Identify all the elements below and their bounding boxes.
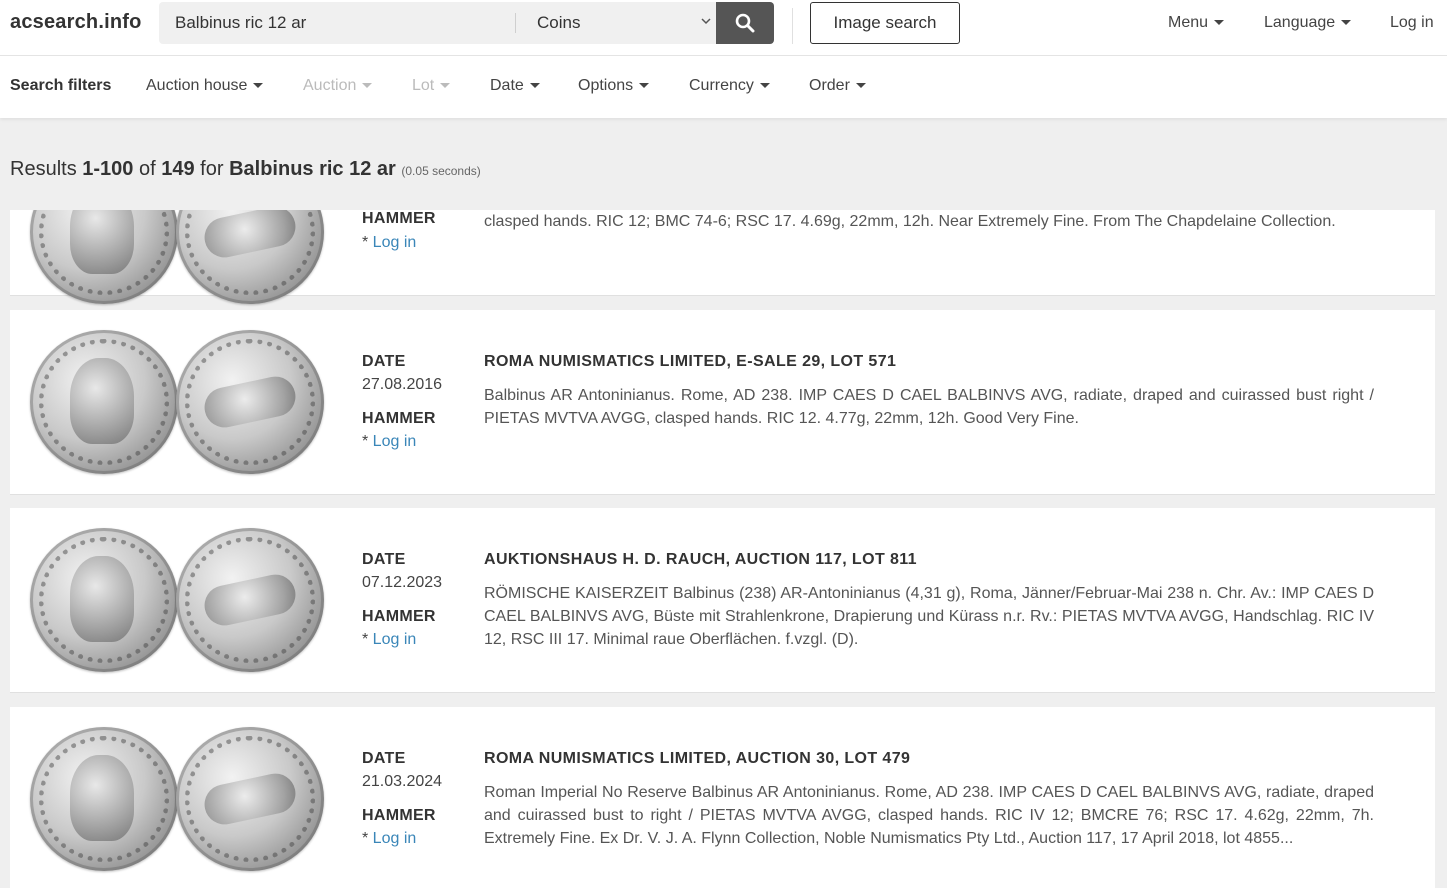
caret-down-icon xyxy=(253,83,264,89)
login-prefix: * xyxy=(362,631,373,648)
date-label: DATE xyxy=(362,750,406,767)
date-value: 27.08.2016 xyxy=(362,376,443,393)
coin-reverse-image[interactable] xyxy=(176,210,324,304)
search-filters-bar: Search filters Auction house Auction Lot… xyxy=(0,56,1447,118)
caret-down-icon xyxy=(1214,20,1225,26)
filter-label: Options xyxy=(578,77,634,94)
results-for: for xyxy=(200,158,224,180)
hammer-login-link[interactable]: * Log in xyxy=(362,631,416,649)
site-logo[interactable]: acsearch.info xyxy=(10,11,142,34)
login-link-text: Log in xyxy=(372,234,417,251)
results-range: 1-100 xyxy=(82,158,134,180)
results-prefix: Results xyxy=(10,158,77,180)
coin-obverse-image[interactable] xyxy=(30,727,178,871)
coin-reverse-image[interactable] xyxy=(176,528,324,672)
filter-label: Lot xyxy=(412,77,435,94)
hammer-login-link[interactable]: * Log in xyxy=(362,433,416,451)
menu-label: Menu xyxy=(1168,14,1209,31)
results-list: HAMMER * Log in clasped hands. RIC 12; B… xyxy=(0,210,1447,888)
search-box: Coins xyxy=(159,2,716,44)
hammer-label: HAMMER xyxy=(362,210,436,227)
hammer-label: HAMMER xyxy=(362,807,436,824)
login-link[interactable]: Log in xyxy=(1390,14,1434,32)
caret-down-icon xyxy=(759,83,770,89)
filter-auction: Auction xyxy=(303,77,373,95)
language-label: Language xyxy=(1264,14,1336,31)
auction-title-link[interactable]: AUKTIONSHAUS H. D. RAUCH, AUCTION 117, L… xyxy=(484,551,917,569)
filter-label: Currency xyxy=(689,77,754,94)
auction-title-link[interactable]: ROMA NUMISMATICS LIMITED, E-SALE 29, LOT… xyxy=(484,353,896,371)
login-prefix: * xyxy=(362,234,373,251)
caret-down-icon xyxy=(362,83,373,89)
image-search-button[interactable]: Image search xyxy=(810,2,960,44)
lot-description: Roman Imperial No Reserve Balbinus AR An… xyxy=(484,784,1374,847)
caret-down-icon xyxy=(1341,20,1352,26)
results-of: of xyxy=(138,158,156,180)
category-select-value: Coins xyxy=(537,13,581,32)
filter-label: Date xyxy=(490,77,524,94)
filter-options[interactable]: Options xyxy=(578,77,650,95)
result-card[interactable]: HAMMER * Log in clasped hands. RIC 12; B… xyxy=(10,210,1435,304)
hammer-login-link[interactable]: * Log in xyxy=(362,830,416,848)
filter-label: Auction house xyxy=(146,77,248,94)
caret-down-icon xyxy=(529,83,540,89)
filter-order[interactable]: Order xyxy=(809,77,866,95)
search-input[interactable] xyxy=(159,2,515,44)
results-time: (0.05 seconds) xyxy=(401,164,481,178)
date-label: DATE xyxy=(362,551,406,568)
search-filters-title: Search filters xyxy=(10,77,112,94)
coin-reverse-image[interactable] xyxy=(176,727,324,871)
login-prefix: * xyxy=(362,433,373,450)
result-card[interactable]: DATE 07.12.2023 HAMMER * Log in AUKTIONS… xyxy=(10,508,1435,693)
hammer-label: HAMMER xyxy=(362,608,436,625)
results-summary: Results 1-100 of 149 for Balbinus ric 12… xyxy=(10,158,481,181)
top-navbar: acsearch.info Coins Image search Menu La… xyxy=(0,0,1447,56)
filter-lot: Lot xyxy=(412,77,451,95)
caret-down-icon xyxy=(855,83,866,89)
nav-separator xyxy=(792,8,793,44)
lot-description: RÖMISCHE KAISERZEIT Balbinus (238) AR-An… xyxy=(484,585,1374,648)
auction-title-link[interactable]: ROMA NUMISMATICS LIMITED, AUCTION 30, LO… xyxy=(484,750,910,768)
login-link-text: Log in xyxy=(372,830,417,847)
filter-date[interactable]: Date xyxy=(490,77,540,95)
coin-obverse-image[interactable] xyxy=(30,528,178,672)
filter-currency[interactable]: Currency xyxy=(689,77,770,95)
results-total: 149 xyxy=(161,158,195,180)
result-card[interactable]: DATE 21.03.2024 HAMMER * Log in ROMA NUM… xyxy=(10,707,1435,888)
lot-description: clasped hands. RIC 12; BMC 74-6; RSC 17.… xyxy=(484,213,1336,230)
coin-reverse-image[interactable] xyxy=(176,330,324,474)
search-button[interactable] xyxy=(716,2,774,44)
results-query: Balbinus ric 12 ar xyxy=(229,158,396,180)
menu-dropdown[interactable]: Menu xyxy=(1168,14,1225,32)
date-value: 07.12.2023 xyxy=(362,574,443,591)
category-select[interactable]: Coins xyxy=(516,2,716,44)
chevron-down-icon xyxy=(701,18,711,25)
date-label: DATE xyxy=(362,353,406,370)
coin-obverse-image[interactable] xyxy=(30,330,178,474)
login-prefix: * xyxy=(362,830,373,847)
caret-down-icon xyxy=(440,83,451,89)
filter-label: Order xyxy=(809,77,850,94)
hammer-label: HAMMER xyxy=(362,410,436,427)
login-link-text: Log in xyxy=(372,433,417,450)
caret-down-icon xyxy=(639,83,650,89)
result-card[interactable]: DATE 27.08.2016 HAMMER * Log in ROMA NUM… xyxy=(10,310,1435,495)
date-value: 21.03.2024 xyxy=(362,773,443,790)
coin-obverse-image[interactable] xyxy=(30,210,178,304)
filter-label: Auction xyxy=(303,77,357,94)
language-dropdown[interactable]: Language xyxy=(1264,14,1352,32)
lot-description: Balbinus AR Antoninianus. Rome, AD 238. … xyxy=(484,387,1374,427)
hammer-login-link[interactable]: * Log in xyxy=(362,234,416,252)
search-icon xyxy=(735,13,755,33)
filter-auction-house[interactable]: Auction house xyxy=(146,77,264,95)
login-link-text: Log in xyxy=(372,631,417,648)
